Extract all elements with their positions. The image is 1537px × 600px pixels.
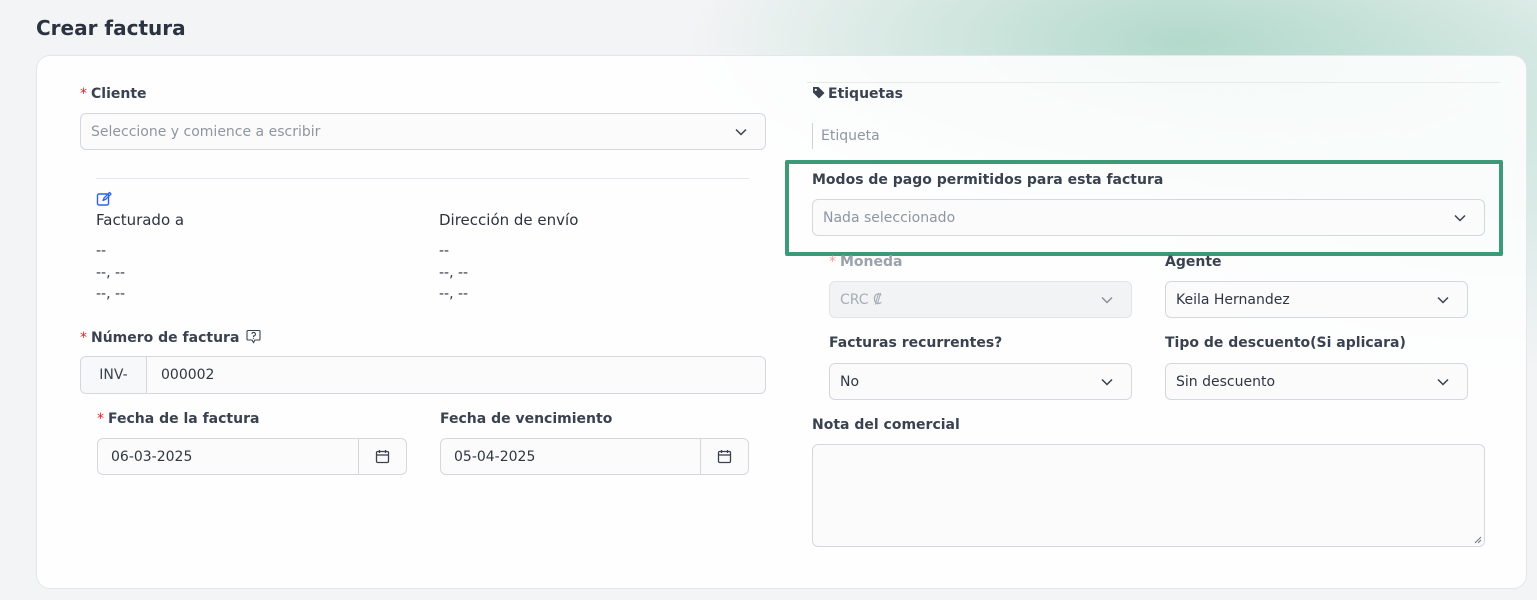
invoice-number-label-text: Número de factura [91,330,240,346]
resize-handle-icon[interactable] [1473,535,1482,544]
ship-to-line: -- [439,243,450,259]
edit-icon[interactable] [96,191,112,207]
required-mark: * [80,330,87,346]
section-divider [96,178,749,179]
discount-type-select[interactable]: Sin descuento [1165,363,1468,400]
bill-to-title: Facturado a [96,211,185,229]
chevron-down-icon [1101,376,1113,388]
invoice-number-label: * Número de factura [80,329,261,346]
ship-to-line: --, -- [439,265,469,281]
due-date-label: Fecha de vencimiento [440,411,613,427]
due-date-input-group: 05-04-2025 [440,438,749,475]
required-mark: * [97,411,104,427]
payment-modes-highlight [785,160,1503,256]
required-mark: * [829,254,836,270]
invoice-date-label-text: Fecha de la factura [108,411,260,427]
tags-input[interactable]: Etiqueta [812,123,1012,149]
admin-note-textarea[interactable] [812,444,1485,547]
chevron-down-icon [1101,294,1113,306]
admin-note-label: Nota del comercial [812,417,960,433]
client-select[interactable]: Seleccione y comience a escribir [80,113,766,150]
chevron-down-icon [1437,376,1449,388]
required-mark: * [80,86,87,102]
agent-select[interactable]: Keila Hernandez [1165,281,1468,318]
calendar-icon[interactable] [700,439,748,474]
invoice-date-input[interactable]: 06-03-2025 [98,439,358,474]
currency-select: CRC ₡ [829,281,1132,318]
discount-type-select-value: Sin descuento [1176,373,1276,390]
tags-label-text: Etiquetas [828,86,904,102]
bill-to-line: -- [96,243,107,259]
client-label: * Cliente [80,86,147,102]
calendar-icon[interactable] [358,439,406,474]
top-divider [807,82,1500,83]
agent-label: Agente [1165,254,1222,270]
recurring-select[interactable]: No [829,363,1132,400]
client-select-placeholder: Seleccione y comience a escribir [91,123,321,140]
recurring-label: Facturas recurrentes? [829,335,1003,351]
client-label-text: Cliente [91,86,147,102]
invoice-form-card: * Cliente Seleccione y comience a escribi… [36,55,1527,589]
invoice-prefix: INV- [81,357,147,393]
invoice-date-input-group: 06-03-2025 [97,438,407,475]
ship-to-title: Dirección de envío [439,211,579,229]
chevron-down-icon [735,126,747,138]
currency-label-text: Moneda [840,254,903,270]
recurring-select-value: No [840,373,860,390]
help-icon[interactable] [246,329,261,344]
bill-to-line: --, -- [96,265,126,281]
due-date-input[interactable]: 05-04-2025 [441,439,700,474]
currency-label: * Moneda [829,254,902,270]
discount-type-label: Tipo de descuento(Si aplicara) [1165,335,1406,351]
chevron-down-icon [1437,294,1449,306]
invoice-number-input-group: INV- 000002 [80,356,766,394]
agent-select-value: Keila Hernandez [1176,291,1290,308]
invoice-number-input[interactable]: 000002 [147,357,214,393]
tag-icon [813,87,825,99]
currency-select-value: CRC ₡ [840,291,882,308]
bill-to-line: --, -- [96,286,126,302]
tags-label: Etiquetas [812,86,903,102]
page-title: Crear factura [36,16,186,40]
invoice-date-label: * Fecha de la factura [97,411,259,427]
ship-to-line: --, -- [439,286,469,302]
